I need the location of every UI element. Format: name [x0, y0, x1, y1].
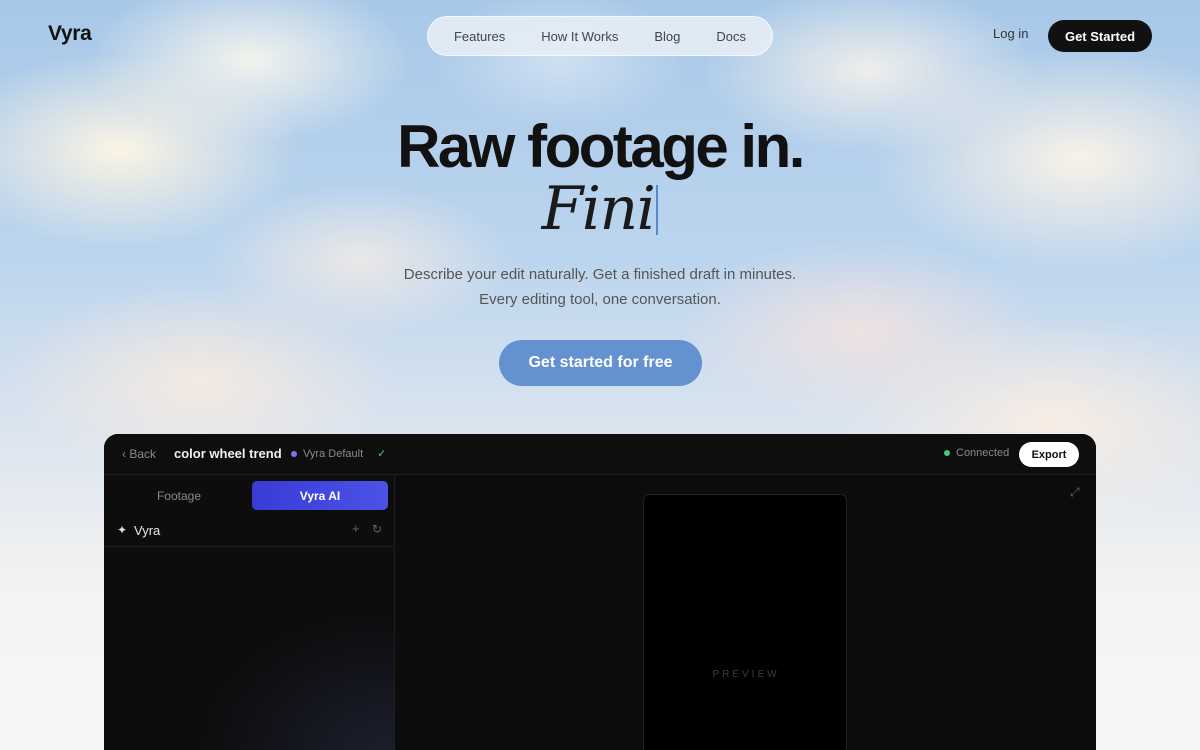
get-started-button[interactable]: Get Started	[1048, 20, 1152, 52]
refresh-icon[interactable]: ↻	[372, 522, 382, 536]
export-button[interactable]: Export	[1019, 442, 1079, 467]
back-button[interactable]: ‹ Back	[122, 447, 156, 461]
preview-area: ⤢ PREVIEW	[396, 475, 1096, 750]
nav-link-features[interactable]: Features	[444, 25, 515, 48]
typing-caret	[656, 185, 659, 235]
preset-selector[interactable]: Vyra Default ✓	[291, 447, 386, 460]
app-preview-window: ‹ Back color wheel trend Vyra Default ✓ …	[104, 434, 1096, 750]
get-started-free-button[interactable]: Get started for free	[499, 340, 702, 386]
tab-footage[interactable]: Footage	[114, 481, 244, 510]
site-header: Vyra Features How It Works Blog Docs Log…	[0, 0, 1200, 72]
sparkle-icon: ✦	[117, 523, 128, 537]
plus-icon[interactable]: +	[352, 521, 360, 536]
status-dot-icon	[944, 450, 950, 456]
nav-link-docs[interactable]: Docs	[706, 25, 756, 48]
preset-dot-icon	[291, 450, 297, 457]
login-link[interactable]: Log in	[993, 26, 1028, 41]
hero-description: Describe your edit naturally. Get a fini…	[0, 262, 1200, 312]
main-nav: Features How It Works Blog Docs	[427, 16, 773, 56]
hero-description-line-2: Every editing tool, one conversation.	[479, 291, 721, 308]
connection-status-label: Connected	[956, 447, 1010, 459]
back-label: Back	[129, 447, 157, 461]
tab-vyra-ai[interactable]: Vyra AI	[252, 481, 388, 510]
project-name[interactable]: color wheel trend	[174, 446, 282, 461]
check-icon: ✓	[377, 448, 387, 460]
connection-status: Connected	[944, 447, 1009, 459]
preview-label: PREVIEW	[712, 669, 780, 680]
nav-link-how-it-works[interactable]: How It Works	[531, 25, 628, 48]
hero-title: Raw footage in.	[397, 113, 805, 180]
video-preview[interactable]: PREVIEW	[643, 494, 847, 750]
chat-header: ✦ Vyra + ↻	[104, 516, 395, 547]
hero-description-line-1: Describe your edit naturally. Get a fini…	[403, 266, 797, 283]
hero-subtitle-text: Fini	[541, 174, 656, 244]
app-toolbar: ‹ Back color wheel trend Vyra Default ✓ …	[104, 434, 1096, 475]
chat-title: Vyra	[134, 523, 161, 538]
expand-icon[interactable]: ⤢	[1070, 485, 1080, 500]
brand-logo[interactable]: Vyra	[48, 22, 92, 46]
preset-name: Vyra Default	[303, 447, 364, 460]
hero-subtitle-typing: Fini	[0, 174, 1200, 244]
nav-link-blog[interactable]: Blog	[644, 25, 690, 48]
side-panel: Footage Vyra AI ✦ Vyra + ↻	[104, 475, 395, 750]
